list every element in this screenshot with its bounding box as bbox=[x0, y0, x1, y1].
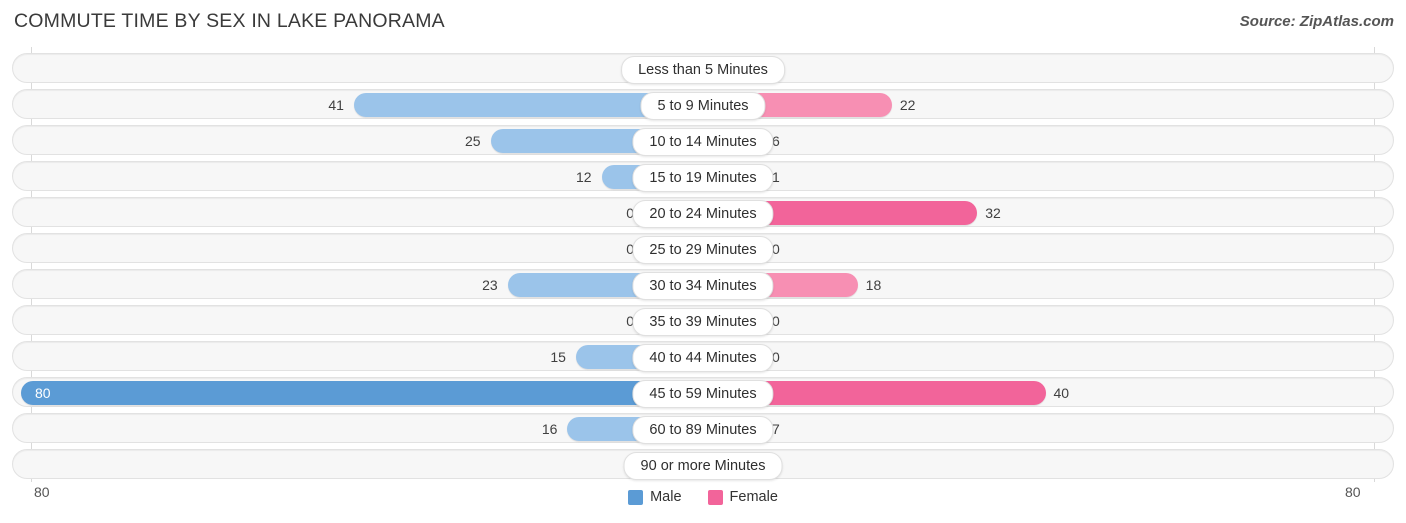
plot-area: 60Less than 5 Minutes 41 22 5 to 9 Minutes 2… bbox=[0, 47, 1406, 482]
chart-row[interactable]: 23 18 30 to 34 Minutes bbox=[12, 269, 1394, 300]
legend-label: Male bbox=[650, 489, 682, 505]
chart-row[interactable]: 41 22 5 to 9 Minutes bbox=[12, 89, 1394, 120]
chart-row[interactable]: 60Less than 5 Minutes bbox=[12, 53, 1394, 84]
female-swatch bbox=[707, 489, 723, 505]
category-label: 20 to 24 Minutes bbox=[632, 200, 774, 228]
chart-header: COMMUTE TIME BY SEX IN LAKE PANORAMA Sou… bbox=[0, 0, 1406, 44]
category-label: 35 to 39 Minutes bbox=[632, 308, 774, 336]
page-title: COMMUTE TIME BY SEX IN LAKE PANORAMA bbox=[14, 10, 445, 32]
chart-row[interactable]: 80 40 45 to 59 Minutes bbox=[12, 377, 1394, 408]
legend-item[interactable]: Male bbox=[628, 489, 682, 505]
bar-track: 25 6 10 to 14 Minutes bbox=[13, 126, 1393, 156]
bar-track: 0090 or more Minutes bbox=[13, 450, 1393, 480]
category-label: 45 to 59 Minutes bbox=[632, 380, 774, 408]
bar-track: 23 18 30 to 34 Minutes bbox=[13, 270, 1393, 300]
chart-legend: Male Female bbox=[0, 486, 1406, 508]
value-label-male: 80 bbox=[35, 385, 51, 401]
category-label: 5 to 9 Minutes bbox=[640, 92, 766, 120]
bar-track: 60Less than 5 Minutes bbox=[13, 54, 1393, 84]
category-label: 30 to 34 Minutes bbox=[632, 272, 774, 300]
chart-row[interactable]: 16 7 60 to 89 Minutes bbox=[12, 413, 1394, 444]
bar-track: 41 22 5 to 9 Minutes bbox=[13, 90, 1393, 120]
chart-row[interactable]: 0 32 20 to 24 Minutes bbox=[12, 197, 1394, 228]
bar-track: 15 0 40 to 44 Minutes bbox=[13, 342, 1393, 372]
value-label-female: 32 bbox=[985, 205, 1001, 221]
value-label-male: 15 bbox=[550, 349, 566, 365]
value-label-male: 12 bbox=[575, 169, 592, 185]
value-label-female: 22 bbox=[899, 97, 916, 113]
category-label: Less than 5 Minutes bbox=[621, 56, 785, 84]
chart-row[interactable]: 15 0 40 to 44 Minutes bbox=[12, 341, 1394, 372]
legend-label: Female bbox=[729, 489, 778, 505]
bar-track: 0 32 20 to 24 Minutes bbox=[13, 198, 1393, 228]
value-label-male: 23 bbox=[482, 277, 498, 293]
category-label: 25 to 29 Minutes bbox=[632, 236, 774, 264]
bar-track: 12 1 15 to 19 Minutes bbox=[13, 162, 1393, 192]
category-label: 40 to 44 Minutes bbox=[632, 344, 774, 372]
chart-row[interactable]: 0090 or more Minutes bbox=[12, 449, 1394, 480]
bar-track: 16 7 60 to 89 Minutes bbox=[13, 414, 1393, 444]
bar-male[interactable] bbox=[21, 381, 704, 405]
bar-track: 0 0 35 to 39 Minutes bbox=[13, 306, 1393, 336]
chart-row[interactable]: 25 6 10 to 14 Minutes bbox=[12, 125, 1394, 156]
legend-item[interactable]: Female bbox=[707, 489, 778, 505]
source-attribution: Source: ZipAtlas.com bbox=[1239, 13, 1394, 30]
bar-track: 0 0 25 to 29 Minutes bbox=[13, 234, 1393, 264]
chart-row[interactable]: 0 0 25 to 29 Minutes bbox=[12, 233, 1394, 264]
chart-row[interactable]: 12 1 15 to 19 Minutes bbox=[12, 161, 1394, 192]
male-swatch bbox=[628, 489, 644, 505]
value-label-male: 41 bbox=[328, 97, 344, 113]
value-label-female: 18 bbox=[865, 277, 882, 293]
chart-container: COMMUTE TIME BY SEX IN LAKE PANORAMA Sou… bbox=[0, 0, 1406, 523]
bar-track: 80 40 45 to 59 Minutes bbox=[13, 378, 1393, 408]
value-label-male: 16 bbox=[541, 421, 558, 437]
category-label: 15 to 19 Minutes bbox=[632, 164, 774, 192]
value-label-female: 40 bbox=[1053, 385, 1070, 401]
category-label: 90 or more Minutes bbox=[623, 452, 783, 480]
value-label-male: 25 bbox=[464, 133, 481, 149]
chart-row[interactable]: 0 0 35 to 39 Minutes bbox=[12, 305, 1394, 336]
category-label: 10 to 14 Minutes bbox=[632, 128, 774, 156]
category-label: 60 to 89 Minutes bbox=[632, 416, 774, 444]
